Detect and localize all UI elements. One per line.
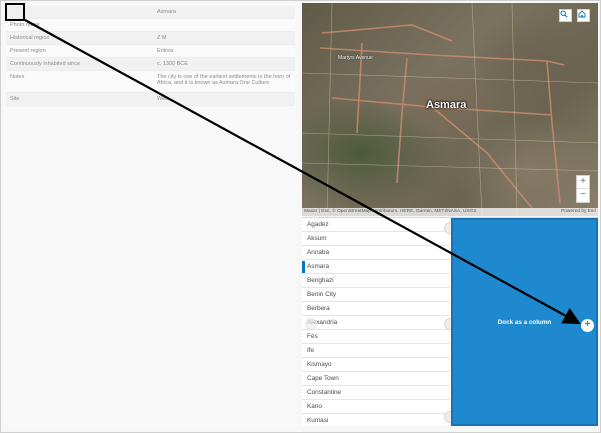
drag-arrow bbox=[24, 19, 581, 325]
